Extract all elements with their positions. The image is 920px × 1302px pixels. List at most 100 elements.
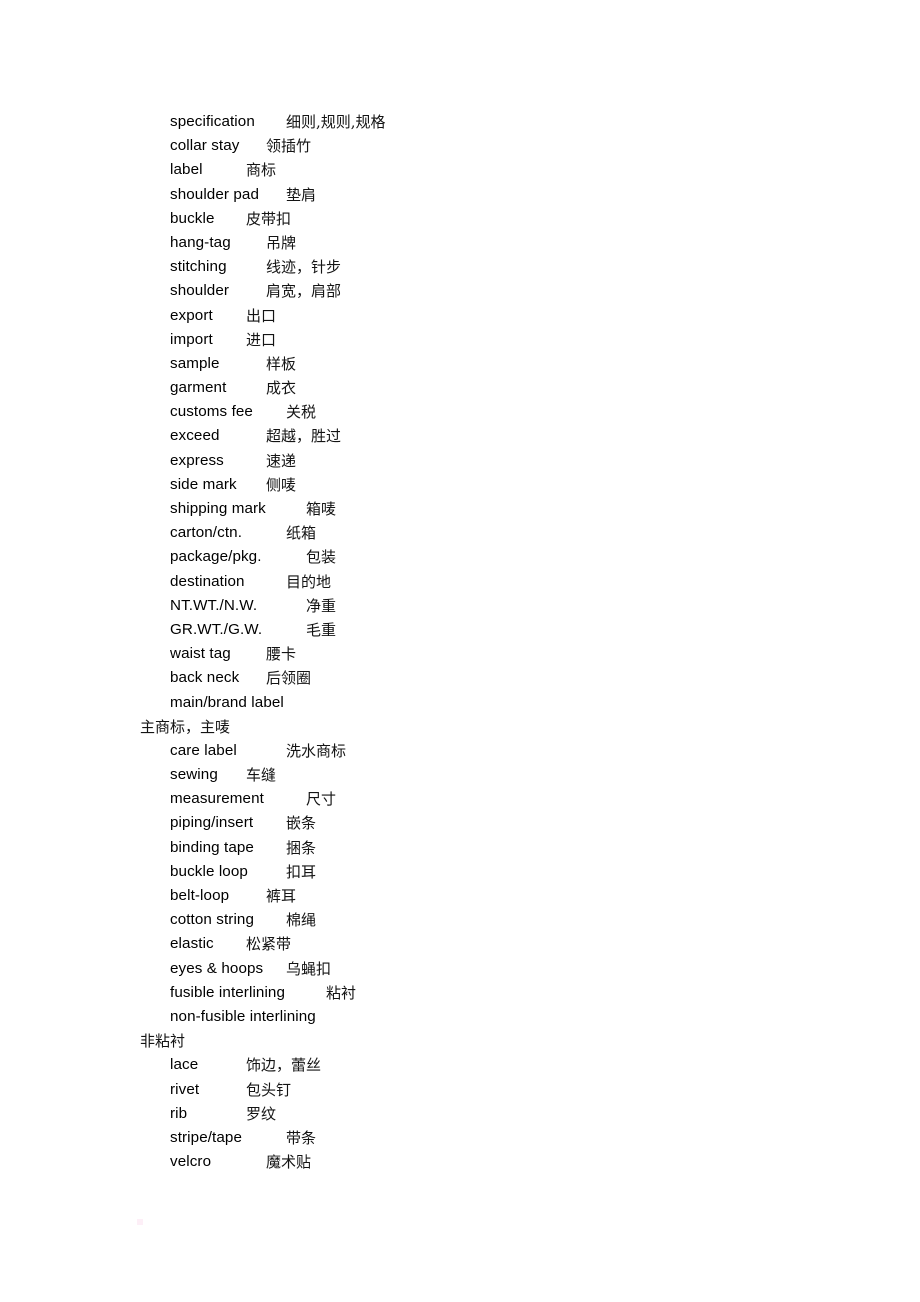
glossary-term: belt-loop: [170, 887, 230, 905]
glossary-entry: main/brand label 主商标，主唛: [140, 691, 840, 739]
glossary-translation: 关税: [286, 403, 317, 422]
glossary-entry: waist tag 腰卡: [140, 642, 840, 666]
glossary-translation: 棉绳: [286, 911, 317, 930]
glossary-entry: stitching 线迹，针步: [140, 255, 840, 279]
glossary-entry: garment 成衣: [140, 376, 840, 400]
document-page: specification 细则,规则,规格 collar stay 领插竹 label…: [0, 0, 920, 1302]
glossary-entry: NT.WT./N.W. 净重: [140, 594, 840, 618]
glossary-term: customs fee: [170, 403, 253, 421]
glossary-entry: export 出口: [140, 304, 840, 328]
glossary-translation: 领插竹: [266, 137, 312, 156]
glossary-term: destination: [170, 572, 245, 590]
glossary-translation: 带条: [286, 1128, 317, 1147]
glossary-translation: 乌蝇扣: [286, 959, 332, 978]
glossary-term: waist tag: [170, 645, 231, 663]
glossary-entry: buckle 皮带扣: [140, 207, 840, 231]
glossary-translation: 进口: [246, 330, 277, 349]
glossary-term: binding tape: [170, 838, 254, 856]
glossary-entry: GR.WT./G.W. 毛重: [140, 618, 840, 642]
glossary-entry: sewing 车缝: [140, 763, 840, 787]
glossary-entry: sample 样板: [140, 352, 840, 376]
glossary-translation: 包头钉: [246, 1080, 292, 1099]
glossary-entry: shoulder pad 垫肩: [140, 183, 840, 207]
glossary-term: non-fusible interlining: [170, 1007, 316, 1025]
glossary-translation: 腰卡: [266, 645, 297, 664]
glossary-translation: 扣耳: [286, 862, 317, 881]
glossary-term: piping/insert: [170, 814, 254, 832]
glossary-translation: 车缝: [246, 766, 277, 785]
glossary-translation: 松紧带: [246, 935, 292, 954]
glossary-term: shoulder pad: [170, 185, 260, 203]
glossary-translation: 毛重: [306, 620, 337, 639]
glossary-translation: 裤耳: [266, 887, 297, 906]
glossary-term: GR.WT./G.W.: [170, 620, 263, 638]
glossary-term: lace: [170, 1056, 199, 1074]
glossary-term: stitching: [170, 258, 227, 276]
glossary-translation: 细则,规则,规格: [286, 113, 386, 131]
glossary-entry: velcro 魔术贴: [140, 1150, 840, 1174]
glossary-translation: 超越，胜过: [266, 427, 342, 446]
glossary-translation: 吊牌: [266, 233, 297, 252]
glossary-term: main/brand label: [170, 693, 284, 711]
glossary-translation: 主商标，主唛: [140, 717, 231, 736]
glossary-term: NT.WT./N.W.: [170, 596, 258, 614]
glossary-entry: express 速递: [140, 449, 840, 473]
glossary-translation: 侧唛: [266, 475, 297, 494]
glossary-entry: cotton string 棉绳: [140, 908, 840, 932]
glossary-term: measurement: [170, 790, 264, 808]
glossary-term: specification: [170, 113, 255, 130]
glossary-term: import: [170, 330, 213, 348]
glossary-translation: 成衣: [266, 379, 297, 398]
glossary-term: stripe/tape: [170, 1128, 243, 1146]
glossary-term: fusible interlining: [170, 983, 286, 1001]
glossary-entry: package/pkg. 包装: [140, 545, 840, 569]
glossary-entry: rivet 包头钉: [140, 1078, 840, 1102]
glossary-entry: care label 洗水商标: [140, 739, 840, 763]
glossary-entry: side mark 侧唛: [140, 473, 840, 497]
glossary-entry: stripe/tape 带条: [140, 1126, 840, 1150]
glossary-entry: specification 细则,规则,规格: [140, 110, 840, 134]
glossary-translation: 线迹，针步: [266, 258, 342, 277]
glossary-translation: 尺寸: [306, 790, 337, 809]
glossary-entry: label 商标: [140, 158, 840, 182]
glossary-translation: 饰边，蕾丝: [246, 1056, 322, 1075]
glossary-translation: 出口: [246, 306, 277, 325]
glossary-term: side mark: [170, 475, 237, 493]
glossary-term: buckle: [170, 209, 215, 227]
glossary-entry: non-fusible interlining 非粘衬: [140, 1005, 840, 1053]
glossary-entry: shipping mark 箱唛: [140, 497, 840, 521]
glossary-entry: fusible interlining 粘衬: [140, 981, 840, 1005]
glossary-translation: 洗水商标: [286, 741, 347, 760]
glossary-entry: destination 目的地: [140, 570, 840, 594]
glossary-term: rivet: [170, 1080, 200, 1098]
glossary-entry: shoulder 肩宽，肩部: [140, 279, 840, 303]
glossary-term: sewing: [170, 766, 218, 784]
glossary-term: garment: [170, 379, 227, 397]
glossary-translation: 商标: [246, 161, 277, 180]
glossary-term: shipping mark: [170, 500, 266, 517]
glossary-entry: carton/ctn. 纸箱: [140, 521, 840, 545]
glossary-translation: 箱唛: [306, 500, 337, 518]
glossary-term: buckle loop: [170, 862, 248, 880]
glossary-entry: hang-tag 吊牌: [140, 231, 840, 255]
glossary-translation: 嵌条: [286, 814, 317, 833]
glossary-term: carton/ctn.: [170, 524, 243, 542]
glossary-entry: collar stay 领插竹: [140, 134, 840, 158]
glossary-translation: 后领圈: [266, 669, 312, 688]
glossary-list: specification 细则,规则,规格 collar stay 领插竹 label…: [140, 110, 840, 1174]
glossary-translation: 非粘衬: [140, 1032, 186, 1051]
glossary-term: care label: [170, 741, 237, 759]
glossary-term: elastic: [170, 935, 214, 953]
glossary-translation: 垫肩: [286, 185, 317, 204]
glossary-term: rib: [170, 1104, 188, 1122]
glossary-term: back neck: [170, 669, 240, 687]
glossary-entry: piping/insert 嵌条: [140, 811, 840, 835]
glossary-term: velcro: [170, 1153, 212, 1171]
glossary-entry: rib 罗纹: [140, 1102, 840, 1126]
glossary-entry: import 进口: [140, 328, 840, 352]
glossary-translation: 粘衬: [326, 983, 357, 1002]
glossary-entry: measurement 尺寸: [140, 787, 840, 811]
glossary-translation: 罗纹: [246, 1104, 277, 1123]
glossary-term: hang-tag: [170, 233, 231, 251]
glossary-term: express: [170, 451, 224, 469]
